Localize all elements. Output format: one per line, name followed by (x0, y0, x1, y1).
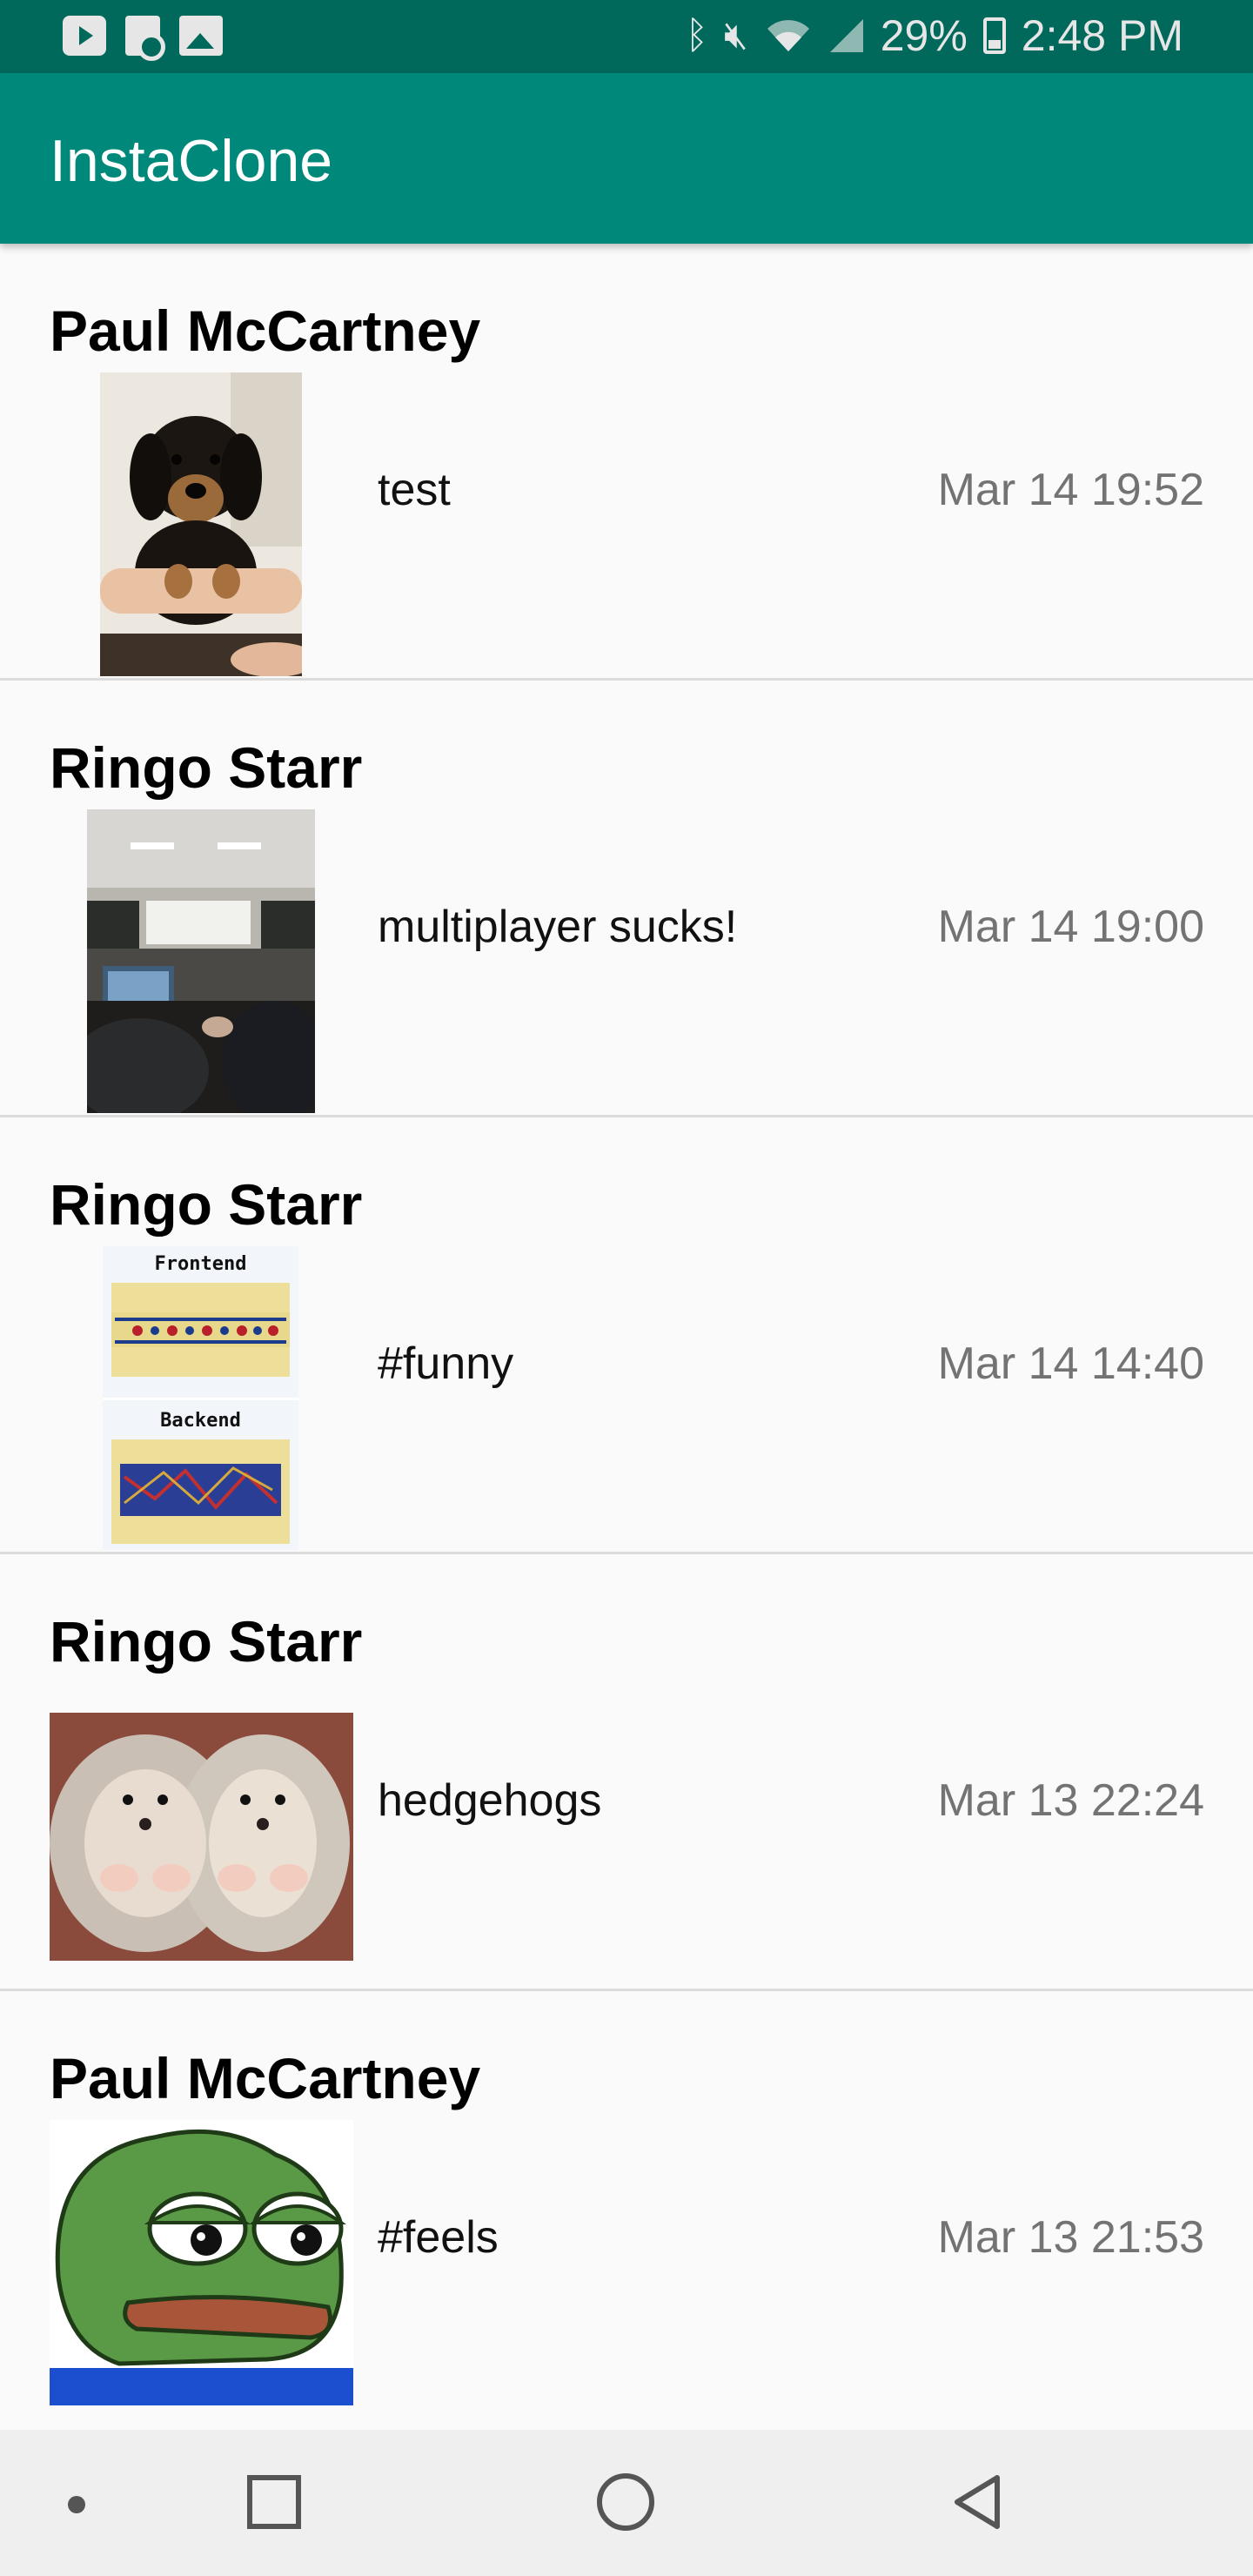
bluetooth-icon: ᛒ (685, 14, 708, 57)
meme-label-bottom: Backend (160, 1410, 241, 1432)
signal-icon (829, 19, 863, 52)
app-bar: InstaClone (0, 73, 1253, 244)
post-timestamp: Mar 14 19:52 (937, 465, 1204, 515)
post-item[interactable]: Ringo Starr hedgehogs Mar 13 22:24 (0, 1554, 1253, 1991)
post-item[interactable]: Ringo Starr Frontend Backend #funny Mar … (0, 1117, 1253, 1554)
post-author[interactable]: Paul McCartney (50, 2045, 480, 2111)
post-caption: multiplayer sucks! (378, 902, 738, 952)
post-item[interactable]: Ringo Starr multiplayer sucks! Mar 14 19… (0, 681, 1253, 1117)
system-nav-bar (0, 2430, 1253, 2576)
post-caption: #feels (378, 2212, 499, 2263)
dot-icon[interactable] (68, 2496, 85, 2513)
post-caption: test (378, 465, 451, 515)
system-icons: ᛒ 🔇︎ 29% 2:48 PM (686, 10, 1183, 61)
post-timestamp: Mar 13 22:24 (937, 1775, 1204, 1826)
document-icon (125, 16, 165, 61)
post-author[interactable]: Paul McCartney (50, 298, 480, 364)
post-caption: hedgehogs (378, 1775, 602, 1826)
post-author[interactable]: Ringo Starr (50, 735, 362, 801)
post-image-pepe[interactable] (50, 2120, 353, 2405)
pepe-illustration (50, 2120, 353, 2405)
notification-icons (63, 16, 223, 61)
lecture-illustration (87, 809, 315, 1113)
status-bar: ᛒ 🔇︎ 29% 2:48 PM (0, 0, 1253, 73)
post-item[interactable]: Paul McCartney #feels Mar 13 21:53 (0, 1991, 1253, 2428)
battery-icon (982, 17, 1006, 54)
post-item[interactable]: Paul McCartney test Mar 14 19:52 (0, 244, 1253, 681)
back-triangle-icon[interactable] (952, 2473, 1002, 2531)
post-author[interactable]: Ringo Starr (50, 1608, 362, 1674)
post-timestamp: Mar 13 21:53 (937, 2212, 1204, 2263)
recents-square-icon[interactable] (247, 2475, 301, 2529)
app-title: InstaClone (50, 128, 333, 194)
image-icon (179, 16, 223, 56)
post-image-hedgehogs[interactable] (50, 1713, 353, 1961)
youtube-icon (63, 16, 106, 56)
post-feed[interactable]: Paul McCartney test Mar 14 19:52 Ringo S… (0, 244, 1253, 2430)
post-timestamp: Mar 14 19:00 (937, 902, 1204, 952)
hedgehogs-illustration (50, 1713, 353, 1961)
wifi-icon (767, 20, 809, 51)
battery-percent: 29% (880, 11, 968, 60)
post-author[interactable]: Ringo Starr (50, 1171, 362, 1238)
mute-icon: 🔇︎ (723, 14, 748, 57)
post-image-puppy[interactable] (100, 372, 302, 676)
post-image-lecture[interactable] (87, 809, 315, 1113)
clock: 2:48 PM (1021, 11, 1183, 60)
embroidery-illustration (103, 1283, 298, 1544)
post-caption: #funny (378, 1338, 514, 1389)
puppy-illustration (100, 372, 302, 676)
post-timestamp: Mar 14 14:40 (937, 1338, 1204, 1389)
post-image-meme[interactable]: Frontend Backend (103, 1246, 298, 1550)
home-circle-icon[interactable] (597, 2473, 654, 2531)
